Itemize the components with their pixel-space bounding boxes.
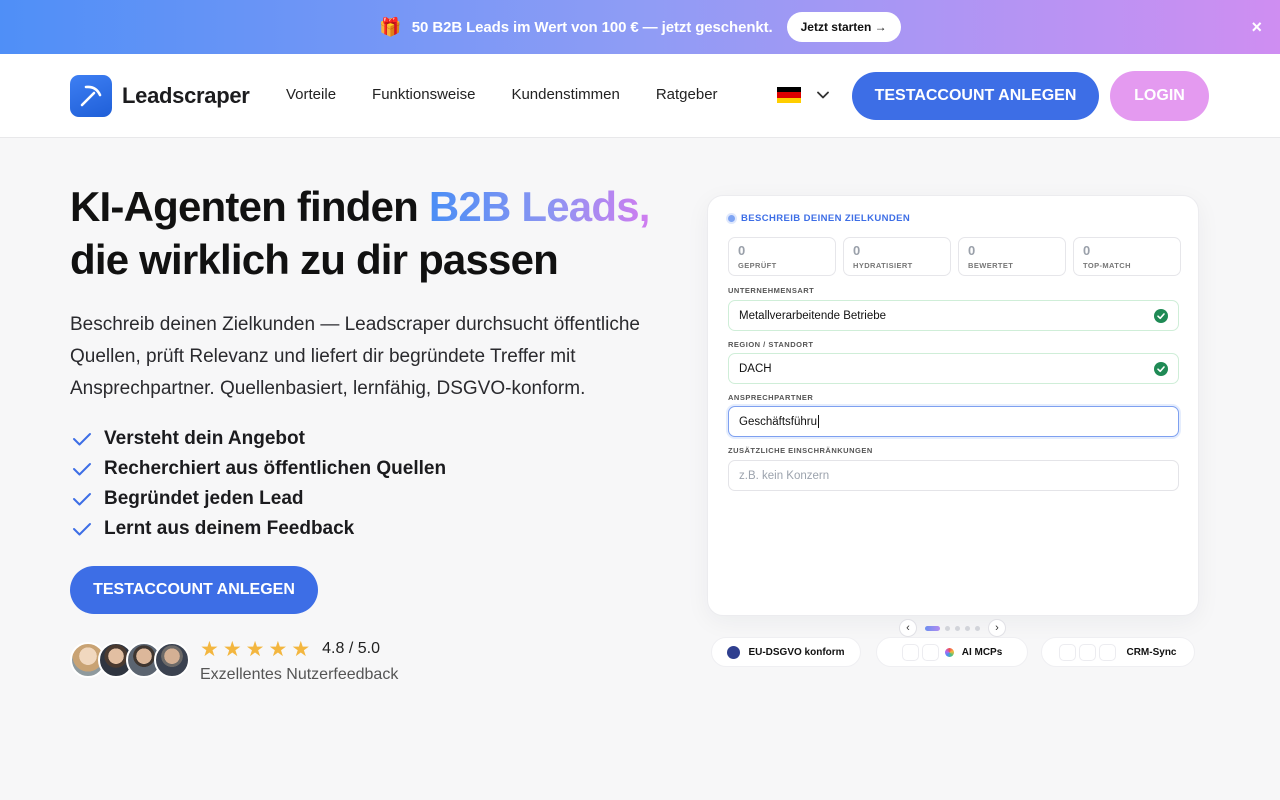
- list-item: Versteht dein Angebot: [72, 424, 446, 454]
- carousel-dot[interactable]: [975, 625, 980, 631]
- check-icon: [73, 523, 91, 536]
- promo-banner: 🎁 50 B2B Leads im Wert von 100 € — jetzt…: [0, 0, 1280, 54]
- promo-text: 50 B2B Leads im Wert von 100 € — jetzt g…: [411, 18, 773, 36]
- integration-logo-icon: [921, 643, 939, 661]
- carousel-controls: ‹ ›: [899, 619, 1006, 637]
- ai-mcps-badge: AI MCPs: [876, 637, 1028, 667]
- title-part-1: KI-Agenten finden: [70, 183, 429, 230]
- list-item: Recherchiert aus öffentlichen Quellen: [72, 454, 446, 484]
- main-nav: Vorteile Funktionsweise Kundenstimmen Ra…: [286, 86, 718, 103]
- feature-list: Versteht dein Angebot Recherchiert aus ö…: [72, 424, 446, 544]
- company-type-field[interactable]: Metallverarbeitende Betriebe: [728, 300, 1179, 331]
- avatar: [154, 642, 190, 678]
- title-highlight: B2B Leads,: [428, 183, 651, 230]
- avatar-group: [70, 642, 190, 678]
- chevron-down-icon: [817, 91, 829, 99]
- gift-icon: 🎁: [379, 16, 402, 37]
- feature-text: Lernt aus deinem Feedback: [104, 518, 355, 539]
- title-line-2: die wirklich zu dir passen: [70, 236, 559, 283]
- list-item: Begründet jeden Lead: [72, 484, 446, 514]
- check-icon: [73, 463, 91, 476]
- feature-text: Versteht dein Angebot: [104, 428, 305, 449]
- feature-text: Begründet jeden Lead: [104, 488, 304, 509]
- carousel-dot[interactable]: [945, 625, 950, 631]
- rating-score: 4.8 / 5.0: [322, 640, 380, 657]
- star-icon: ★: [245, 637, 265, 661]
- region-field[interactable]: DACH: [728, 353, 1179, 384]
- pickaxe-icon: [70, 75, 112, 117]
- logo[interactable]: Leadscraper: [70, 75, 250, 117]
- carousel-dot[interactable]: [955, 625, 960, 631]
- carousel-dots: [925, 625, 980, 631]
- login-button[interactable]: LOGIN: [1110, 71, 1209, 121]
- nav-item-kundenstimmen[interactable]: Kundenstimmen: [511, 86, 619, 103]
- check-circle-icon: [1154, 362, 1168, 376]
- company-type-label: UNTERNEHMENSART: [728, 286, 815, 295]
- gdpr-badge: EU-DSGVO konform: [711, 637, 861, 667]
- integration-logo-icon: [901, 643, 919, 661]
- nav-item-ratgeber[interactable]: Ratgeber: [656, 86, 718, 103]
- crm-sync-badge: CRM-Sync: [1041, 637, 1195, 667]
- stat-checked: 0 GEPRÜFT: [728, 237, 836, 276]
- nav-item-funktionsweise[interactable]: Funktionsweise: [372, 86, 475, 103]
- check-circle-icon: [1154, 309, 1168, 323]
- target-customer-panel: BESCHREIB DEINEN ZIELKUNDEN 0 GEPRÜFT 0 …: [707, 195, 1199, 616]
- nav-item-vorteile[interactable]: Vorteile: [286, 86, 336, 103]
- crm-logo-icon: [1099, 643, 1117, 661]
- star-rating: ★ ★ ★ ★ ★ 4.8 / 5.0: [200, 636, 398, 662]
- check-icon: [73, 433, 91, 446]
- promo-start-button[interactable]: Jetzt starten →: [786, 12, 901, 42]
- stat-hydrated: 0 HYDRATISIERT: [843, 237, 951, 276]
- contact-person-field[interactable]: Geschäftsführu: [728, 406, 1179, 437]
- page-title: KI-Agenten finden B2B Leads, die wirklic…: [70, 180, 690, 286]
- stat-rated: 0 BEWERTET: [958, 237, 1066, 276]
- hero-description: Beschreib deinen Zielkunden — Leadscrape…: [70, 314, 640, 399]
- crm-logo-icon: [1079, 643, 1097, 661]
- restrictions-label: ZUSÄTZLICHE EINSCHRÄNKUNGEN: [728, 446, 873, 455]
- logo-text: Leadscraper: [122, 83, 250, 108]
- contact-person-label: ANSPRECHPARTNER: [728, 393, 814, 402]
- crm-logo-icon: [1059, 643, 1077, 661]
- star-icon: ★: [222, 637, 242, 661]
- language-selector[interactable]: [777, 87, 829, 103]
- star-icon: ★: [200, 637, 219, 661]
- close-icon[interactable]: ×: [1251, 16, 1262, 38]
- hero-create-test-account-button[interactable]: TESTACCOUNT ANLEGEN: [70, 566, 318, 614]
- carousel-dot-active[interactable]: [925, 625, 940, 631]
- text-caret: [817, 415, 819, 428]
- panel-title: BESCHREIB DEINEN ZIELKUNDEN: [728, 213, 910, 224]
- rating-block: ★ ★ ★ ★ ★ 4.8 / 5.0 Exzellentes Nutzerfe…: [70, 636, 398, 684]
- site-header: Leadscraper Vorteile Funktionsweise Kund…: [0, 54, 1280, 138]
- chevron-right-icon[interactable]: ›: [988, 619, 1006, 637]
- star-icon: ★: [268, 637, 288, 661]
- check-icon: [73, 493, 91, 506]
- status-dot-icon: [728, 215, 735, 222]
- rating-label: Exzellentes Nutzerfeedback: [200, 666, 399, 683]
- stat-top-match: 0 TOP-MATCH: [1073, 237, 1181, 276]
- feature-text: Recherchiert aus öffentlichen Quellen: [104, 458, 447, 479]
- carousel-dot[interactable]: [965, 625, 970, 631]
- list-item: Lernt aus deinem Feedback: [72, 514, 446, 544]
- restrictions-field[interactable]: z.B. kein Konzern: [728, 460, 1179, 491]
- star-icon: ★: [291, 637, 311, 661]
- region-label: REGION / STANDORT: [728, 340, 814, 349]
- stats-row: 0 GEPRÜFT 0 HYDRATISIERT 0 BEWERTET 0 TO…: [728, 237, 1181, 276]
- ai-logo-icon: [944, 647, 954, 657]
- germany-flag-icon: [777, 87, 801, 103]
- create-test-account-button[interactable]: TESTACCOUNT ANLEGEN: [852, 72, 1099, 120]
- rating-details: ★ ★ ★ ★ ★ 4.8 / 5.0 Exzellentes Nutzerfe…: [200, 636, 398, 684]
- eu-flag-icon: [727, 645, 741, 659]
- chevron-left-icon[interactable]: ‹: [899, 619, 917, 637]
